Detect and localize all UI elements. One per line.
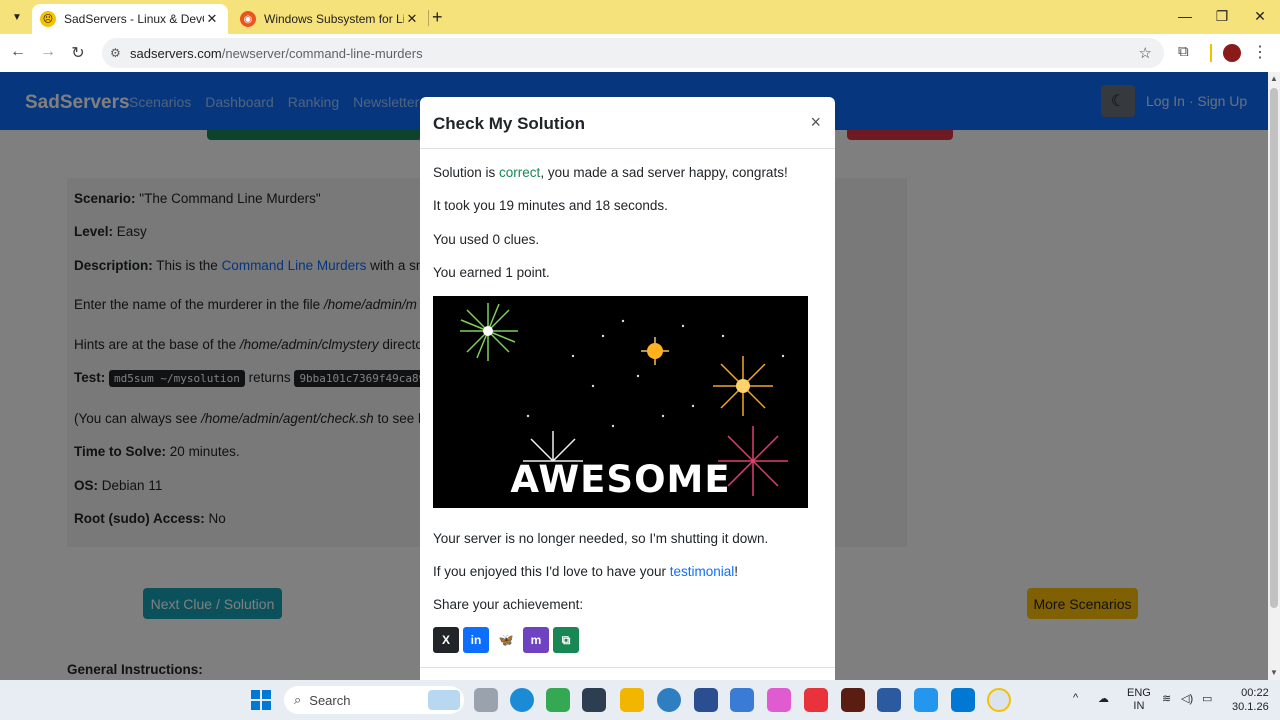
tab-sadservers[interactable]: ☹ SadServers - Linux & DevOps Tr ✕ <box>32 4 228 34</box>
clues-used: You used 0 clues. <box>433 232 540 247</box>
testimonial-link[interactable]: testimonial <box>670 564 735 579</box>
settings-app-icon[interactable] <box>657 688 681 712</box>
profile-avatar[interactable] <box>1223 44 1241 62</box>
minimize-icon[interactable]: — <box>1175 8 1195 24</box>
new-tab-button[interactable]: + <box>432 7 443 28</box>
browser-toolbar: ← → ↻ ⚙ sadservers.com/newserver/command… <box>0 34 1280 72</box>
copilot-icon[interactable] <box>767 688 791 712</box>
toolbar-separator <box>1210 44 1212 62</box>
time-taken: It took you 19 minutes and 18 seconds. <box>433 198 668 213</box>
url-host: sadservers.com <box>130 45 222 61</box>
vscode-icon[interactable] <box>951 688 975 712</box>
modal-close-button[interactable]: × <box>810 112 821 133</box>
bluesky-share-button[interactable]: 🦋 <box>493 627 519 653</box>
modal-footer-divider <box>420 667 835 668</box>
testimonial-line: If you enjoyed this I'd love to have you… <box>433 564 739 579</box>
store-icon[interactable] <box>730 688 754 712</box>
url-path: /newserver/command-line-murders <box>221 45 423 61</box>
browser-menu-icon[interactable]: ⋮ <box>1252 42 1268 62</box>
taskbar-clock[interactable]: 00:22 30.1.26 <box>1232 686 1269 714</box>
bluesky-icon: 🦋 <box>498 633 514 647</box>
awesome-text: AWESOME <box>510 458 731 501</box>
google-drive-icon[interactable] <box>546 688 570 712</box>
network-alert-icon[interactable]: ☁ <box>1098 692 1109 705</box>
linkedin-icon: in <box>470 633 482 647</box>
tray-chevron-icon[interactable]: ^ <box>1073 692 1078 704</box>
edge-icon[interactable] <box>510 688 534 712</box>
scroll-up-icon[interactable]: ▲ <box>1270 74 1278 83</box>
mastodon-share-button[interactable]: m <box>523 627 549 653</box>
tab-title: Windows Subsystem for Linux ( <box>264 12 404 26</box>
tab-title: SadServers - Linux & DevOps Tr <box>64 12 204 26</box>
davinci-icon[interactable] <box>582 688 606 712</box>
music-icon[interactable] <box>804 688 828 712</box>
x-share-button[interactable]: X <box>433 627 459 653</box>
reload-icon[interactable]: ↻ <box>68 43 88 63</box>
docker-icon[interactable] <box>914 688 938 712</box>
page-viewport: SadServers Scenarios Dashboard Ranking N… <box>0 72 1268 680</box>
language-indicator[interactable]: ENG IN <box>1127 687 1151 713</box>
search-highlight-icon <box>428 690 460 710</box>
volume-icon[interactable]: ◁) <box>1181 692 1193 705</box>
share-buttons: X in 🦋 m ⧉ <box>433 627 579 653</box>
wifi-icon[interactable]: ≋ <box>1162 692 1171 705</box>
tab-separator <box>428 10 429 26</box>
copy-icon: ⧉ <box>561 632 571 647</box>
x-icon: X <box>441 633 450 647</box>
scroll-down-icon[interactable]: ▼ <box>1270 668 1278 677</box>
site-info-icon[interactable]: ⚙ <box>110 46 121 60</box>
restore-icon[interactable]: ❐ <box>1212 8 1232 25</box>
browser-tab-bar: ▼ ☹ SadServers - Linux & DevOps Tr ✕ ◉ W… <box>0 0 1280 34</box>
modal-header: Check My Solution × <box>420 97 835 149</box>
points-earned: You earned 1 point. <box>433 265 550 280</box>
clock-date: 30.1.26 <box>1232 701 1269 713</box>
close-tab-icon[interactable]: ✕ <box>404 11 420 27</box>
awesome-fireworks-gif: AWESOME <box>433 296 808 508</box>
ubuntu-favicon-icon: ◉ <box>240 11 256 27</box>
task-view-icon[interactable] <box>474 688 498 712</box>
share-label: Share your achievement: <box>433 597 584 612</box>
terminal-icon[interactable] <box>694 688 718 712</box>
bookmark-star-icon[interactable]: ☆ <box>1139 44 1152 62</box>
windows-start-icon[interactable] <box>251 690 271 710</box>
chrome-icon[interactable] <box>987 688 1011 712</box>
back-icon[interactable]: ← <box>8 43 28 61</box>
close-window-icon[interactable]: ✕ <box>1250 8 1270 25</box>
file-explorer-icon[interactable] <box>620 688 644 712</box>
close-tab-icon[interactable]: ✕ <box>204 11 220 27</box>
solution-status: Solution is correct, you made a sad serv… <box>433 165 788 180</box>
extensions-icon[interactable]: ⧉ <box>1178 43 1189 60</box>
check-solution-modal: Check My Solution × Solution is correct,… <box>420 97 835 680</box>
taskbar-search[interactable]: ⌕ Search <box>284 686 464 714</box>
snipping-icon[interactable] <box>877 688 901 712</box>
address-bar[interactable]: ⚙ sadservers.com/newserver/command-line-… <box>102 38 1164 68</box>
linkedin-share-button[interactable]: in <box>463 627 489 653</box>
mastodon-icon: m <box>530 633 542 647</box>
search-icon: ⌕ <box>294 692 302 707</box>
page-scrollbar[interactable]: ▲ ▼ <box>1268 72 1280 680</box>
correct-word: correct <box>499 165 541 180</box>
modal-title: Check My Solution <box>433 114 586 133</box>
sad-face-favicon-icon: ☹ <box>40 11 56 27</box>
tab-search-menu-icon[interactable]: ▼ <box>6 6 28 28</box>
scroll-thumb[interactable] <box>1270 88 1278 608</box>
forward-icon[interactable]: → <box>38 43 58 61</box>
copy-share-button[interactable]: ⧉ <box>553 627 579 653</box>
windows-taskbar: ⌕ Search ^ ☁ ENG IN ≋ ◁) ▭ 00:22 30.1.26 <box>0 680 1280 720</box>
taskbar-search-placeholder: Search <box>309 692 351 708</box>
shutdown-notice: Your server is no longer needed, so I'm … <box>433 531 769 546</box>
game-icon[interactable] <box>841 688 865 712</box>
tab-wsl[interactable]: ◉ Windows Subsystem for Linux ( ✕ <box>232 4 428 34</box>
clock-time: 00:22 <box>1241 687 1269 699</box>
battery-icon[interactable]: ▭ <box>1202 692 1212 705</box>
